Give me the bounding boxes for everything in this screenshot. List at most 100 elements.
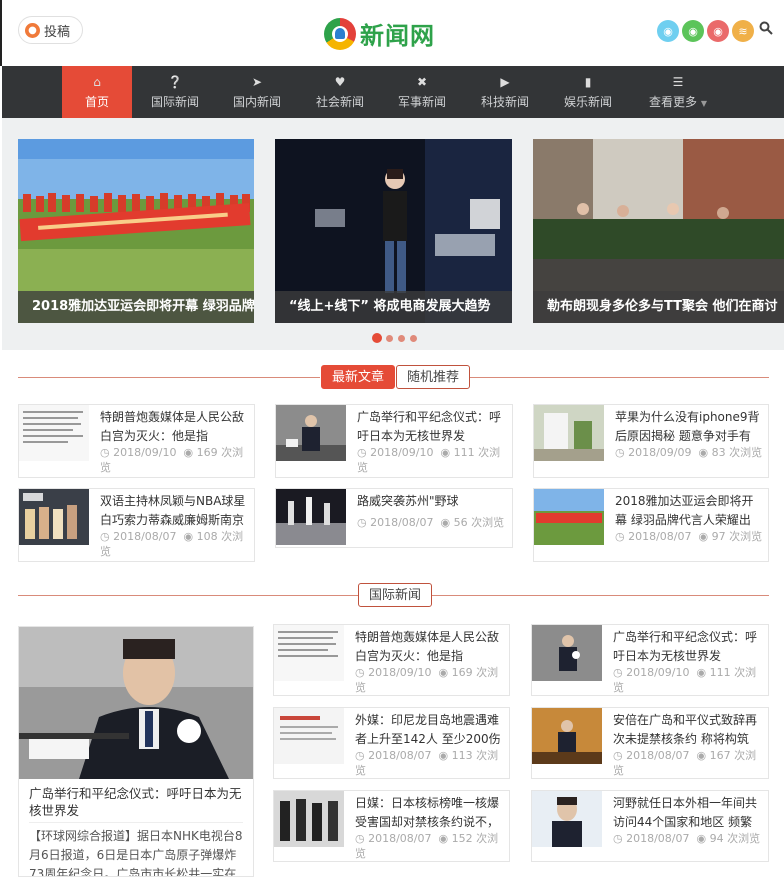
article-meta: ◷ 2018/08/07 ◉ 152 次浏览: [355, 832, 499, 860]
wechat-icon[interactable]: ◉: [682, 20, 704, 42]
article-thumbnail: [274, 791, 344, 847]
article-meta: ◷ 2018/08/07 ◉ 94 次浏览: [613, 832, 761, 845]
site-header: ● 投稿 新闻网 ◉ ◉ ◉ ≋: [0, 0, 784, 66]
article-title: 日媒：日本核标榜唯一核爆受害国却对禁核条约说不，: [355, 796, 500, 829]
home-icon: ⌂: [93, 74, 101, 89]
slide-caption: “线上+线下” 将成电商发展大趋势: [275, 291, 512, 323]
chevron-down-icon: ▼: [700, 98, 707, 108]
article-thumbnail: [19, 405, 89, 461]
article-meta: ◷ 2018/09/09 ◉ 83 次浏览: [615, 446, 763, 459]
heart-icon: ♥: [334, 74, 346, 89]
nav-item-domestic[interactable]: ➤ 国内新闻: [222, 66, 292, 118]
article-meta: ◷ 2018/08/07 ◉ 167 次浏览: [613, 749, 757, 777]
article-card[interactable]: 苹果为什么没有iphone9背后原因揭秘 题意争对手有 ◷ 2018/09/09…: [533, 404, 769, 478]
main-nav: ⌂ 首页 ❔ 国际新闻 ➤ 国内新闻 ♥ 社会新闻 ✖ 军事新闻 ▶ 科技新闻 …: [2, 66, 784, 118]
nav-label-more: 查看更多 ▼: [649, 94, 707, 109]
article-thumbnail: [534, 405, 604, 461]
article-meta: ◷ 2018/09/10 ◉ 169 次浏览: [355, 666, 499, 694]
featured-summary: 【环球网综合报道】据日本NHK电视台8月6日报道，6日是日本广岛原子弹爆炸73周…: [29, 829, 243, 877]
article-title: 广岛举行和平纪念仪式：呼吁日本为无核世界发: [613, 630, 758, 663]
logo-icon: [324, 17, 356, 50]
send-icon: ➤: [251, 74, 263, 89]
slide-caption: 勒布朗现身多伦多与TT聚会 他们在商讨: [533, 291, 784, 323]
file-icon: ▮: [584, 74, 592, 89]
question-icon: ❔: [167, 74, 183, 89]
carousel-dot[interactable]: [386, 335, 393, 342]
article-card[interactable]: 2018雅加达亚运会即将开幕 绿羽品牌代言人荣耀出征！ ◷ 2018/08/07…: [533, 488, 769, 562]
nav-label: 国际新闻: [150, 94, 199, 109]
article-thumbnail: [274, 708, 344, 764]
utensils-icon: ✖: [416, 74, 428, 89]
featured-article[interactable]: 广岛举行和平纪念仪式：呼吁日本为无核世界发 【环球网综合报道】据日本NHK电视台…: [18, 626, 254, 877]
nav-item-international[interactable]: ❔ 国际新闻: [140, 66, 210, 118]
user-icon: ●: [25, 22, 40, 38]
article-title: 外媒：印尼龙目岛地震遇难者上升至142人 至少200伤: [355, 713, 501, 746]
nav-item-home[interactable]: ⌂ 首页: [62, 66, 132, 118]
nav-label: 国内新闻: [232, 94, 281, 109]
article-title: 广岛举行和平纪念仪式：呼吁日本为无核世界发: [357, 410, 502, 443]
search-icon[interactable]: [759, 21, 773, 35]
article-title: 特朗普炮轰媒体是人民公敌 白宫为灭火：他是指: [355, 630, 500, 663]
article-thumbnail: [532, 708, 602, 764]
article-card[interactable]: 日媒：日本核标榜唯一核爆受害国却对禁核条约说不， ◷ 2018/08/07 ◉ …: [273, 790, 510, 862]
article-meta: ◷ 2018/08/07 ◉ 97 次浏览: [615, 530, 763, 543]
logo-text: 新闻网: [360, 21, 435, 50]
article-card[interactable]: 广岛举行和平纪念仪式：呼吁日本为无核世界发 ◷ 2018/09/10 ◉ 111…: [275, 404, 513, 478]
submit-label: 投稿: [44, 24, 71, 40]
tab-random[interactable]: 随机推荐: [396, 365, 471, 389]
nav-label: 首页: [84, 94, 109, 109]
article-title: 苹果为什么没有iphone9背后原因揭秘 题意争对手有: [615, 410, 760, 443]
article-title: 路威突袭苏州"野球: [357, 494, 459, 508]
nav-label: 社会新闻: [315, 94, 364, 109]
article-title: 河野就任日本外相一年间共访问44个国家和地区 频繁: [613, 796, 758, 829]
article-card[interactable]: 双语主持林凤颖与NBA球星白巧索力蒂森威廉姆斯南京 ◷ 2018/08/07 ◉…: [18, 488, 255, 562]
section-divider: [467, 377, 769, 378]
article-card[interactable]: 河野就任日本外相一年间共访问44个国家和地区 频繁 ◷ 2018/08/07 ◉…: [531, 790, 769, 862]
carousel-slide[interactable]: “线上+线下” 将成电商发展大趋势: [275, 139, 512, 323]
tab-international[interactable]: 国际新闻: [358, 583, 433, 607]
rss-icon[interactable]: ≋: [732, 20, 754, 42]
list-icon: ☰: [672, 74, 684, 89]
carousel-slide[interactable]: 勒布朗现身多伦多与TT聚会 他们在商讨: [533, 139, 784, 323]
article-card[interactable]: 安倍在广岛和平仪式致辞再次未提禁核条约 称将构筑 ◷ 2018/08/07 ◉ …: [531, 707, 769, 779]
article-card[interactable]: 特朗普炮轰媒体是人民公敌 白宫为灭火：他是指 ◷ 2018/09/10 ◉ 16…: [273, 624, 510, 696]
article-meta: ◷ 2018/09/10 ◉ 111 次浏览: [613, 666, 757, 694]
section-divider: [18, 377, 320, 378]
nav-label: 娱乐新闻: [563, 94, 612, 109]
carousel-dot[interactable]: [398, 335, 405, 342]
article-thumbnail: [532, 791, 602, 847]
featured-image: [19, 627, 253, 779]
article-title: 双语主持林凤颖与NBA球星白巧索力蒂森威廉姆斯南京: [100, 494, 246, 527]
nav-label: 军事新闻: [397, 94, 446, 109]
megaphone-icon: ▶: [500, 74, 510, 89]
article-card[interactable]: 特朗普炮轰媒体是人民公敌 白宫为灭火：他是指 ◷ 2018/09/10 ◉ 16…: [18, 404, 255, 478]
section-divider: [430, 595, 769, 596]
article-thumbnail: [19, 489, 89, 545]
nav-item-entertainment[interactable]: ▮ 娱乐新闻: [553, 66, 623, 118]
article-card[interactable]: 广岛举行和平纪念仪式：呼吁日本为无核世界发 ◷ 2018/09/10 ◉ 111…: [531, 624, 769, 696]
article-card[interactable]: 路威突袭苏州"野球 ◷ 2018/08/07 ◉ 56 次浏览: [275, 488, 513, 548]
carousel-dot-active[interactable]: [372, 333, 382, 343]
article-thumbnail: [276, 489, 346, 545]
submit-article-button[interactable]: ● 投稿: [18, 16, 84, 44]
tab-latest[interactable]: 最新文章: [321, 365, 396, 389]
article-thumbnail: [274, 625, 344, 681]
carousel-slide[interactable]: 2018雅加达亚运会即将开幕 绿羽品牌代言人荣耀出征: [18, 139, 254, 323]
site-logo[interactable]: 新闻网: [324, 16, 435, 51]
section-divider: [18, 595, 358, 596]
nav-item-more[interactable]: ☰ 查看更多 ▼: [638, 66, 718, 118]
divider: [29, 822, 243, 823]
article-thumbnail: [532, 625, 602, 681]
carousel-dot[interactable]: [410, 335, 417, 342]
article-card[interactable]: 外媒：印尼龙目岛地震遇难者上升至142人 至少200伤 ◷ 2018/08/07…: [273, 707, 510, 779]
weibo-icon[interactable]: ◉: [707, 20, 729, 42]
article-title: 特朗普炮轰媒体是人民公敌 白宫为灭火：他是指: [100, 410, 245, 443]
nav-item-tech[interactable]: ▶ 科技新闻: [470, 66, 540, 118]
qq-icon[interactable]: ◉: [657, 20, 679, 42]
nav-item-society[interactable]: ♥ 社会新闻: [305, 66, 375, 118]
article-title: 2018雅加达亚运会即将开幕 绿羽品牌代言人荣耀出征！: [615, 494, 754, 527]
article-title: 安倍在广岛和平仪式致辞再次未提禁核条约 称将构筑: [613, 713, 758, 746]
article-meta: ◷ 2018/08/07 ◉ 56 次浏览: [357, 516, 505, 529]
slide-caption: 2018雅加达亚运会即将开幕 绿羽品牌代言人荣耀出征: [18, 291, 254, 323]
nav-item-military[interactable]: ✖ 军事新闻: [387, 66, 457, 118]
